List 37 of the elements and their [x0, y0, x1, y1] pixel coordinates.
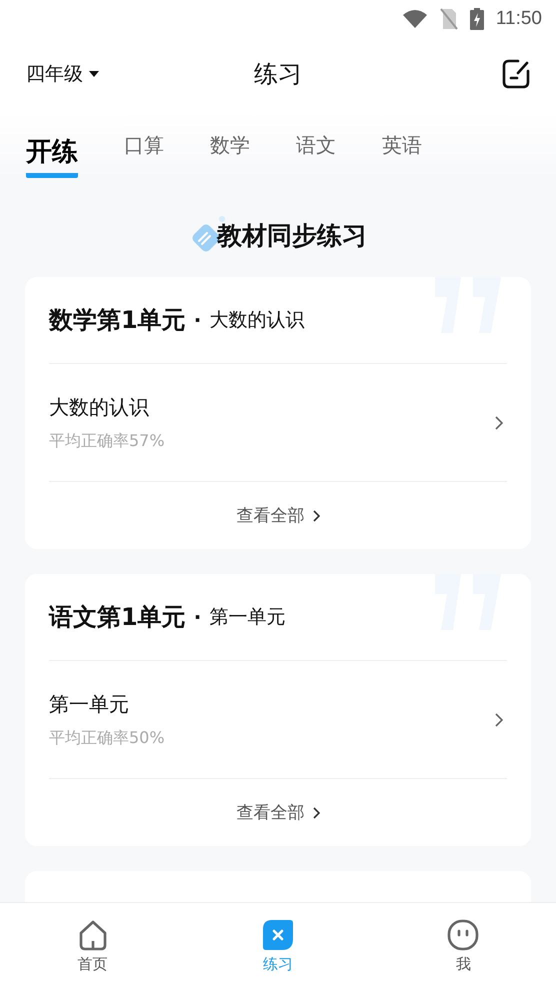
chevron-right-icon: [312, 510, 320, 522]
chevron-right-icon: [495, 712, 503, 726]
accuracy-text: 平均正确率50%: [49, 728, 165, 748]
section-title: 教材同步练习: [217, 220, 367, 252]
separator-dot: ·: [194, 308, 202, 332]
wifi-icon: [402, 9, 428, 29]
view-all-link[interactable]: 查看全部: [49, 779, 507, 846]
unit-title: 语文第1单元: [49, 602, 186, 633]
tab[interactable]: 数学: [210, 124, 250, 166]
unit-subtitle: 大数的认识: [209, 308, 304, 333]
no-sim-icon: [440, 8, 458, 30]
tab[interactable]: 开练: [26, 126, 78, 178]
battery-charging-icon: [470, 8, 484, 30]
edit-icon[interactable]: [502, 59, 530, 89]
nav-tab[interactable]: 首页: [32, 918, 153, 975]
separator-dot: ·: [194, 605, 202, 629]
unit-subtitle: 第一单元: [209, 605, 286, 630]
practice-icon: [262, 919, 294, 951]
lesson-row[interactable]: 第一单元 平均正确率50%: [49, 661, 507, 779]
status-time: 11:50: [496, 8, 542, 30]
nav-tab[interactable]: 我: [403, 918, 524, 975]
lesson-title: 大数的认识: [49, 394, 150, 420]
unit-title: 数学第1单元: [49, 305, 186, 336]
tab[interactable]: 口算: [124, 124, 164, 166]
tab[interactable]: 英语: [382, 124, 422, 166]
grade-dropdown[interactable]: 四年级: [26, 61, 99, 87]
chevron-right-icon: [495, 416, 503, 430]
accuracy-text: 平均正确率57%: [49, 430, 165, 452]
face-icon: [447, 919, 480, 951]
chevron-right-icon: [312, 806, 320, 818]
view-all-link[interactable]: 查看全部: [49, 482, 507, 549]
home-icon: [76, 919, 109, 951]
page-title: 练习: [254, 59, 302, 90]
lesson-row[interactable]: 大数的认识 平均正确率57%: [49, 364, 507, 482]
caret-icon: [89, 71, 99, 77]
tab[interactable]: 语文: [296, 124, 336, 166]
lesson-title: 第一单元: [49, 690, 130, 718]
